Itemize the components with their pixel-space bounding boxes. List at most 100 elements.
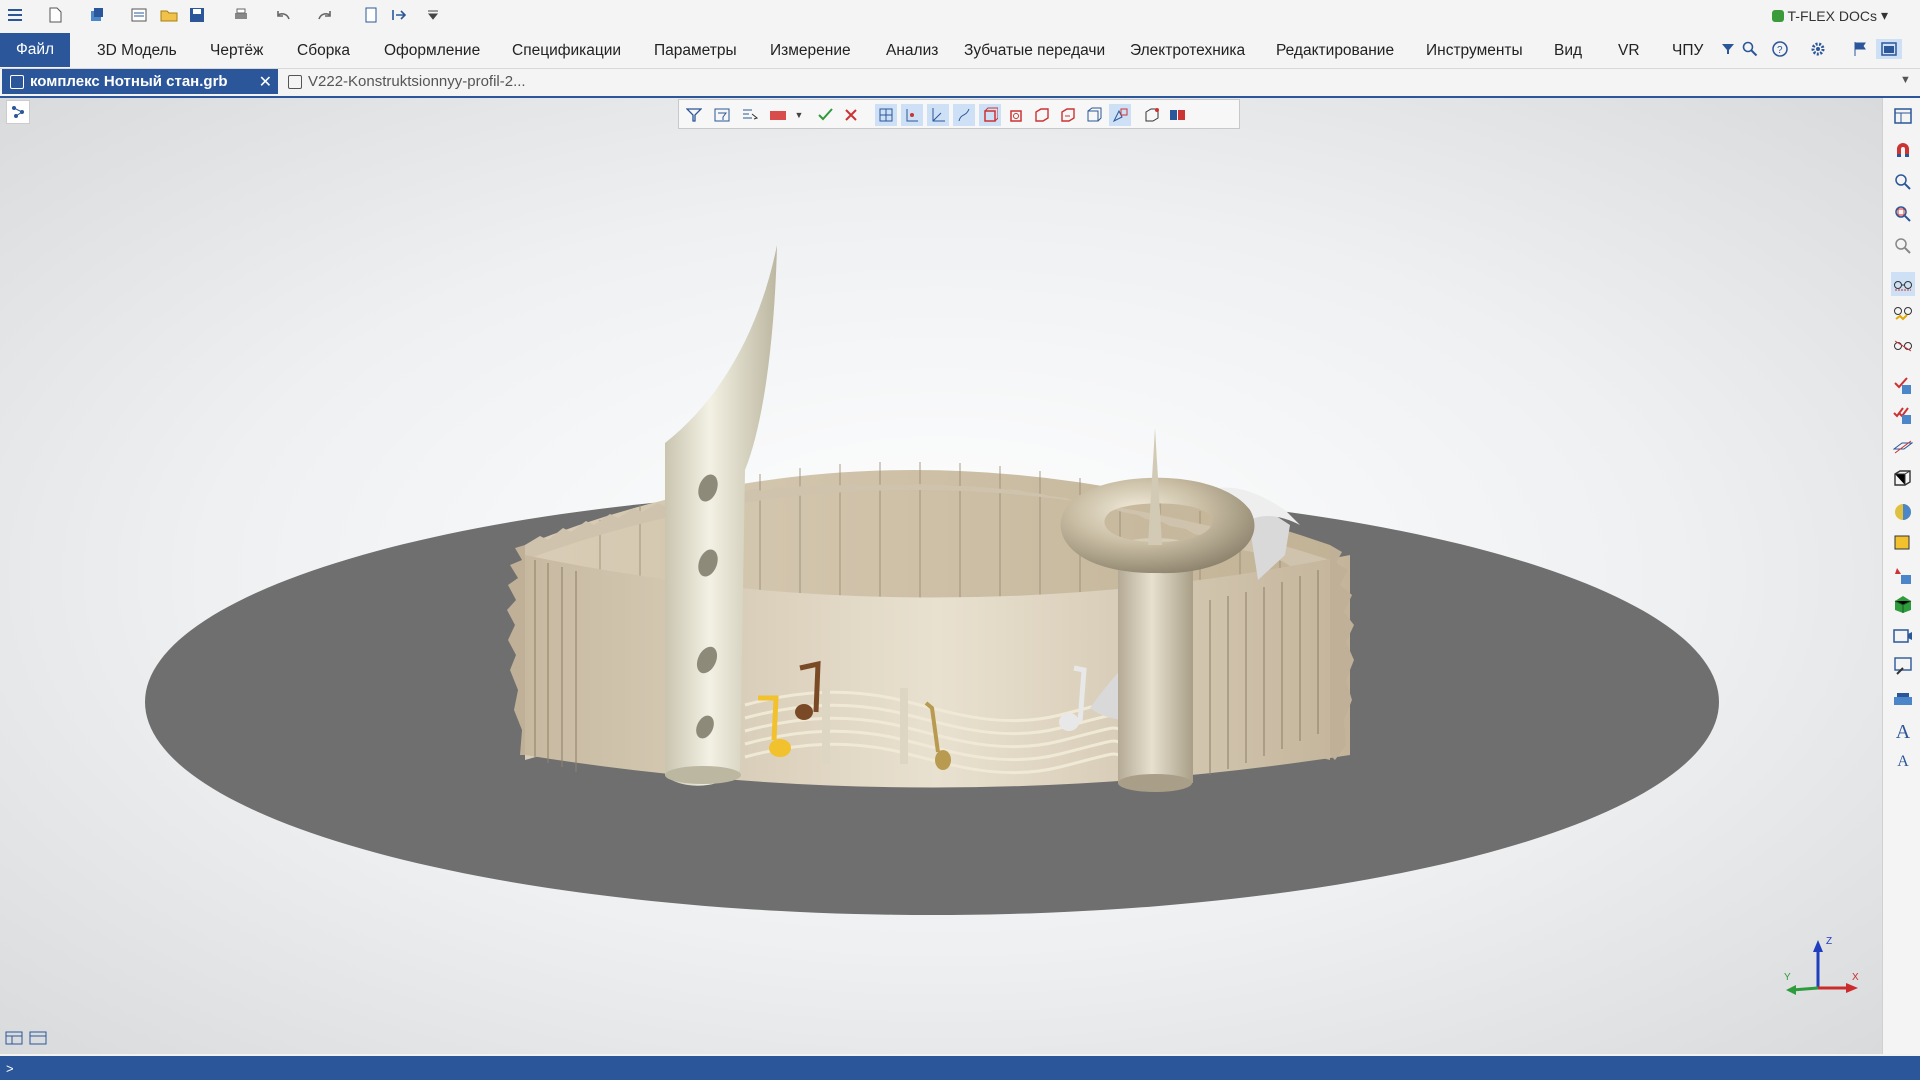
zoom-window-icon[interactable]: [1891, 170, 1915, 194]
menu-electrical[interactable]: Электротехника: [1130, 42, 1245, 60]
select-assembly-icon[interactable]: [1167, 104, 1189, 126]
box-view-icon[interactable]: [1891, 466, 1915, 490]
menu-cnc[interactable]: ЧПУ: [1672, 42, 1703, 60]
section-plane-icon[interactable]: [1891, 434, 1915, 458]
select-axes-icon[interactable]: [927, 104, 949, 126]
menu-drawing[interactable]: Чертёж: [210, 42, 263, 60]
customize-icon[interactable]: [422, 5, 444, 25]
menu-analysis[interactable]: Анализ: [886, 42, 938, 60]
view-glasses-hide-icon[interactable]: [1891, 334, 1915, 358]
color-selection-icon[interactable]: [767, 104, 789, 126]
command-prompt[interactable]: >: [6, 1061, 14, 1076]
select-curves-icon[interactable]: [953, 104, 975, 126]
svg-text:?: ?: [1777, 45, 1783, 56]
menu-parameters[interactable]: Параметры: [654, 42, 737, 60]
undo-icon[interactable]: [272, 5, 294, 25]
tab-v222-profil[interactable]: V222-Konstruktsionnyy-profil-2...: [280, 69, 552, 94]
document-icon: [288, 74, 302, 89]
check-cube-icon[interactable]: [1891, 374, 1915, 398]
flag-icon[interactable]: [1850, 39, 1870, 59]
file-menu-button[interactable]: Файл: [0, 33, 70, 67]
window-icon[interactable]: [1891, 104, 1915, 128]
search-icon[interactable]: [1740, 39, 1760, 59]
brand-label[interactable]: T-FLEX DOCs ▾: [1771, 7, 1888, 24]
selection-filter-icon[interactable]: [739, 104, 761, 126]
staff-barline: [900, 688, 908, 764]
axis-x-label: X: [1852, 972, 1859, 983]
menu-view[interactable]: Вид: [1554, 42, 1582, 60]
tab-list-chevron-icon[interactable]: ▼: [1900, 74, 1911, 86]
open-folder-icon[interactable]: [158, 5, 180, 25]
axis-z-label: Z: [1826, 936, 1832, 947]
menu-formatting[interactable]: Оформление: [384, 42, 480, 60]
save-icon[interactable]: [186, 5, 208, 25]
text-size-increase-icon[interactable]: A: [1891, 720, 1915, 744]
light-source-icon[interactable]: [1891, 564, 1915, 588]
export-icon[interactable]: [388, 5, 410, 25]
select-fragments-icon[interactable]: [1083, 104, 1105, 126]
tflex-docs-icon: [1771, 9, 1784, 22]
filter-icon[interactable]: [683, 104, 705, 126]
camera-view-icon[interactable]: [1891, 624, 1915, 648]
view-glasses-color-icon[interactable]: [1891, 302, 1915, 326]
close-icon[interactable]: ✕: [259, 72, 272, 92]
select-3d-nodes-icon[interactable]: [1141, 104, 1163, 126]
zoom-previous-icon[interactable]: [1891, 234, 1915, 258]
help-icon[interactable]: ?: [1770, 39, 1790, 59]
menu-assembly[interactable]: Сборка: [297, 42, 350, 60]
zoom-fit-icon[interactable]: [1891, 202, 1915, 226]
tab-kompleks-notnyy-stan[interactable]: комплекс Нотный стан.grb ✕: [2, 69, 278, 94]
material-icon[interactable]: [1891, 530, 1915, 554]
preview-icon[interactable]: [360, 5, 382, 25]
green-cube-icon[interactable]: [1891, 592, 1915, 616]
text-size-decrease-icon[interactable]: A: [1891, 750, 1915, 774]
template-icon[interactable]: [128, 5, 150, 25]
double-check-cube-icon[interactable]: [1891, 404, 1915, 428]
select-operations-icon[interactable]: [1005, 104, 1027, 126]
settings-gear-icon[interactable]: [1808, 39, 1828, 59]
filter-settings-icon[interactable]: [711, 104, 733, 126]
clear-filter-icon[interactable]: [841, 104, 863, 126]
select-edges-icon[interactable]: [901, 104, 923, 126]
menu-specifications[interactable]: Спецификации: [512, 42, 621, 60]
menu-vr[interactable]: VR: [1618, 42, 1640, 60]
axes-triad: Z X Y: [1784, 936, 1859, 995]
menu-3d-model[interactable]: 3D Модель: [97, 42, 177, 60]
menu-tools[interactable]: Инструменты: [1426, 42, 1523, 60]
menu-gears[interactable]: Зубчатые передачи: [964, 42, 1105, 60]
print-icon[interactable]: [230, 5, 252, 25]
3d-scene[interactable]: [0, 98, 1882, 1054]
select-faces-icon[interactable]: [875, 104, 897, 126]
staff-barline: [822, 688, 830, 764]
new-3d-model-icon[interactable]: [86, 5, 108, 25]
axis-y-label: Y: [1784, 972, 1791, 983]
model-tree-toggle-icon[interactable]: [6, 100, 30, 124]
select-sheets-icon[interactable]: [1057, 104, 1079, 126]
quick-access-toolbar: T-FLEX DOCs ▾: [0, 0, 1920, 32]
document-icon: [10, 74, 24, 89]
layout-single-icon[interactable]: [28, 1028, 48, 1048]
menu-editing[interactable]: Редактирование: [1276, 42, 1394, 60]
select-bodies-icon[interactable]: [979, 104, 1001, 126]
check-filter-icon[interactable]: [815, 104, 837, 126]
chevron-down-icon: ▾: [1880, 7, 1888, 23]
menu-measurement[interactable]: Измерение: [770, 42, 851, 60]
printer-3d-icon[interactable]: [1891, 688, 1915, 712]
right-column[interactable]: [1118, 548, 1193, 783]
render-sphere-icon[interactable]: [1891, 500, 1915, 524]
right-toolbar: A A: [1882, 98, 1920, 1054]
select-solids-icon[interactable]: [1031, 104, 1053, 126]
layout-split-icon[interactable]: [4, 1028, 24, 1048]
view-glasses-icon[interactable]: [1891, 272, 1915, 296]
redo-icon[interactable]: [314, 5, 336, 25]
filter-icon[interactable]: [1718, 39, 1738, 59]
status-bar: >: [0, 1056, 1920, 1080]
window-tools-icon[interactable]: [1891, 654, 1915, 678]
menu-icon[interactable]: [4, 5, 26, 25]
window-layout-icon[interactable]: [1876, 39, 1902, 59]
select-elements-icon[interactable]: [1109, 104, 1131, 126]
new-document-icon[interactable]: [44, 5, 66, 25]
chevron-down-icon[interactable]: ▼: [793, 104, 805, 126]
magnet-icon[interactable]: [1891, 138, 1915, 162]
view-toolbar: ▼: [678, 99, 1240, 129]
